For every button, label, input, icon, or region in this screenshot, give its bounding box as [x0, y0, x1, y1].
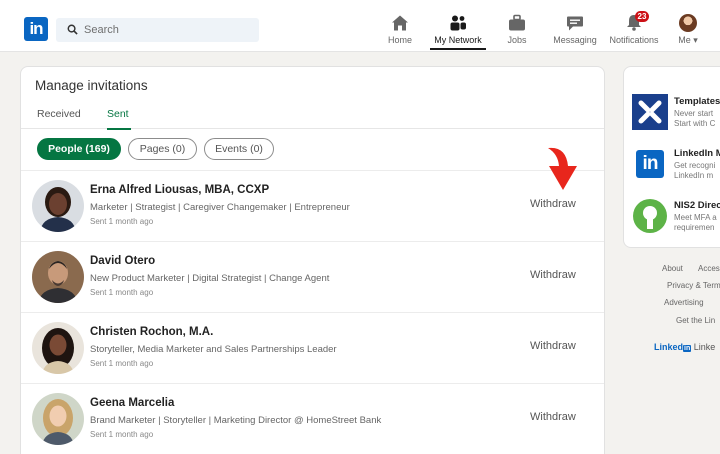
person-name[interactable]: Geena Marcelia [90, 397, 174, 409]
list-item: Geena Marcelia Brand Marketer | Storytel… [21, 383, 604, 454]
footer-get-app[interactable]: Get the Lin [676, 316, 715, 325]
chat-icon [567, 16, 583, 31]
list-item: Erna Alfred Liousas, MBA, CCXP Marketer … [21, 170, 604, 241]
footer-accessibility[interactable]: Acces [698, 264, 720, 273]
person-name[interactable]: Christen Rochon, M.A. [90, 326, 213, 338]
footer-brand: Linkedin Linke [654, 342, 715, 352]
person-headline: Storyteller, Media Marketer and Sales Pa… [90, 344, 337, 355]
avatar[interactable] [32, 180, 84, 232]
arrow-down-icon [548, 147, 577, 190]
withdraw-button[interactable]: Withdraw [530, 411, 576, 423]
nav-jobs-label: Jobs [507, 35, 527, 45]
nav-notifications-label: Notifications [609, 35, 659, 45]
tab-received[interactable]: Received [37, 108, 81, 128]
person-name[interactable]: Erna Alfred Liousas, MBA, CCXP [90, 184, 269, 196]
ad-subtitle: Never start [674, 109, 714, 118]
top-nav: in Home My Network Jobs Messaging 23 Not… [0, 0, 720, 52]
linkedin-logo-icon: in [632, 146, 668, 182]
ad-subtitle: Meet MFA a [674, 213, 717, 222]
nav-me[interactable]: Me ▾ [676, 14, 700, 50]
footer-brand-rest: Linke [693, 342, 716, 352]
linkedin-logo[interactable]: in [24, 17, 48, 41]
avatar[interactable] [32, 251, 84, 303]
home-icon [392, 15, 408, 31]
ad-title: LinkedIn M [674, 148, 720, 159]
invitation-tabs: Received Sent [21, 103, 604, 130]
filter-events[interactable]: Events (0) [204, 138, 274, 160]
search-input[interactable] [84, 21, 254, 39]
withdraw-button[interactable]: Withdraw [530, 340, 576, 352]
ad-title: Templates [674, 96, 720, 107]
bell-icon-wrap: 23 [625, 11, 649, 32]
manage-invitations-card: Manage invitations Received Sent People … [20, 66, 605, 454]
person-headline: Marketer | Strategist | Caregiver Change… [90, 202, 350, 213]
sent-time: Sent 1 month ago [90, 217, 154, 226]
list-item: David Otero New Product Marketer | Digit… [21, 241, 604, 312]
ad-nis2[interactable]: NIS2 Direc Meet MFA a requiremen [632, 198, 720, 238]
footer-brand-prefix: Linked [654, 342, 684, 352]
sent-time: Sent 1 month ago [90, 430, 154, 439]
ad-templates[interactable]: Templates Never start Start with C [632, 94, 720, 134]
sent-time: Sent 1 month ago [90, 288, 154, 297]
avatar[interactable] [32, 393, 84, 445]
filter-pages[interactable]: Pages (0) [128, 138, 197, 160]
ad-subtitle: Start with C [674, 119, 716, 128]
nav-notifications[interactable]: 23 Notifications [608, 11, 660, 50]
ad-linkedin[interactable]: in LinkedIn M Get recogni LinkedIn m [632, 146, 720, 186]
avatar [679, 14, 697, 32]
tab-sent[interactable]: Sent [107, 108, 131, 130]
footer-brand-in: in [683, 345, 692, 352]
nav-jobs[interactable]: Jobs [504, 14, 530, 50]
ad-subtitle: requiremen [674, 223, 715, 232]
footer-about[interactable]: About [662, 264, 683, 273]
avatar[interactable] [32, 322, 84, 374]
briefcase-icon [509, 14, 525, 31]
person-name[interactable]: David Otero [90, 255, 155, 267]
ad-subtitle: LinkedIn m [674, 171, 714, 180]
nis2-logo-icon [633, 199, 667, 233]
sent-time: Sent 1 month ago [90, 359, 154, 368]
footer-privacy[interactable]: Privacy & Term [667, 281, 720, 290]
nav-me-label: Me ▾ [678, 35, 698, 45]
network-icon [450, 15, 466, 31]
filter-people[interactable]: People (169) [37, 138, 121, 160]
search-box[interactable] [56, 18, 259, 42]
ad-title: NIS2 Direc [674, 200, 720, 211]
notification-badge: 23 [635, 11, 649, 22]
nav-home-label: Home [387, 35, 412, 45]
person-headline: Brand Marketer | Storyteller | Marketing… [90, 415, 382, 426]
person-headline: New Product Marketer | Digital Strategis… [90, 273, 330, 284]
right-rail-ads: Templates Never start Start with C in Li… [623, 66, 720, 248]
nav-messaging-label: Messaging [553, 35, 597, 45]
list-item: Christen Rochon, M.A. Storyteller, Media… [21, 312, 604, 383]
withdraw-button[interactable]: Withdraw [530, 269, 576, 281]
nav-my-network[interactable]: My Network [430, 14, 486, 50]
templates-logo-icon [632, 94, 668, 130]
nav-home[interactable]: Home [384, 14, 416, 50]
footer-advertising[interactable]: Advertising [664, 298, 704, 307]
search-icon [67, 24, 78, 35]
nav-messaging[interactable]: Messaging [552, 14, 598, 50]
ad-subtitle: Get recogni [674, 161, 716, 170]
nav-my-network-label: My Network [434, 35, 482, 45]
withdraw-button[interactable]: Withdraw [530, 198, 576, 210]
page-title: Manage invitations [35, 78, 148, 93]
